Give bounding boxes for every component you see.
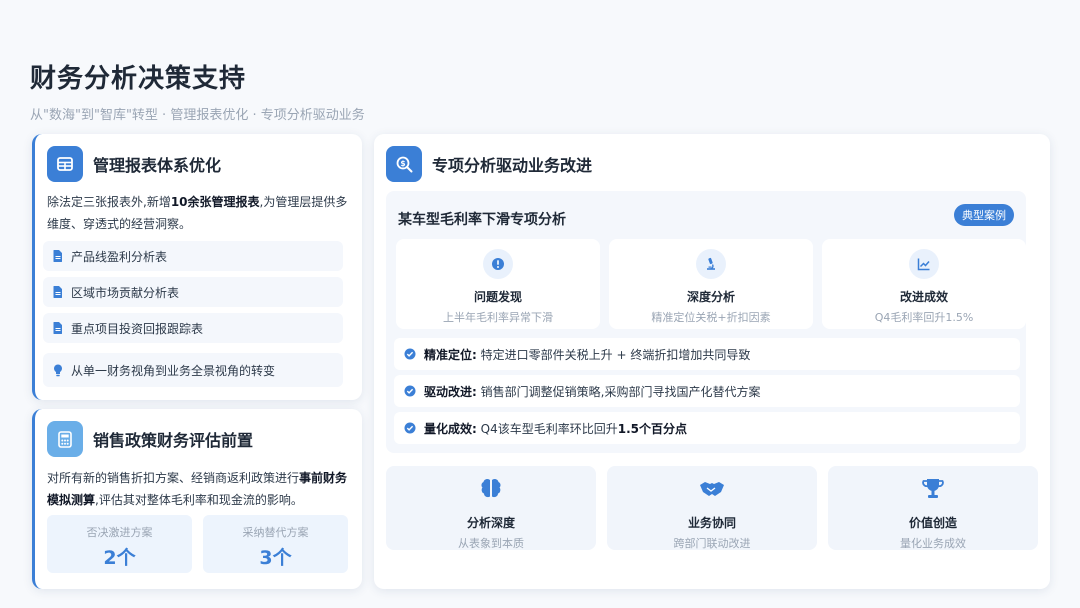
handshake-icon	[700, 482, 724, 496]
analysis-card-title: 专项分析驱动业务改进	[432, 156, 593, 175]
calculator-icon	[47, 421, 83, 457]
lightbulb-icon	[54, 364, 62, 376]
stat-value: 2个	[103, 547, 136, 569]
stat-value: 3个	[259, 547, 292, 569]
finding-label: 精准定位:	[424, 347, 477, 362]
check-circle-icon	[404, 348, 416, 360]
step-title: 问题发现	[473, 290, 522, 304]
document-icon	[53, 250, 62, 262]
value-title: 业务协同	[687, 516, 736, 530]
step-sub: 精准定位关税+折扣因素	[651, 311, 771, 324]
step-title: 深度分析	[686, 290, 735, 304]
list-item-label: 重点项目投资回报跟踪表	[71, 321, 204, 336]
value-sub: 从表象到本质	[458, 537, 524, 550]
document-icon	[53, 322, 62, 334]
stat-label: 采纳替代方案	[242, 526, 309, 539]
step-sub: 上半年毛利率异常下滑	[443, 311, 553, 324]
finding-locate: 精准定位: 特定进口零部件关税上升 + 终端折扣增加共同导致	[394, 338, 1020, 370]
chart-line-icon	[909, 249, 939, 279]
desc-text: 除法定三张报表外,新增	[47, 195, 171, 209]
stat-adopted: 采纳替代方案 3个	[203, 515, 348, 573]
step-title: 改进成效	[899, 290, 948, 304]
insight-callout: 从单一财务视角到业务全景视角的转变	[43, 353, 343, 387]
analysis-card: $ 专项分析驱动业务改进 某车型毛利率下滑专项分析 典型案例 问题发现 上半年毛…	[374, 134, 1050, 589]
case-title: 某车型毛利率下滑专项分析	[398, 212, 566, 228]
finding-text: Q4该车型毛利率环比回升	[480, 421, 618, 436]
list-item-product-line[interactable]: 产品线盈利分析表	[43, 241, 343, 271]
report-card-title: 管理报表体系优化	[93, 156, 222, 175]
stat-label: 否决激进方案	[86, 526, 153, 539]
step-problem: 问题发现 上半年毛利率异常下滑	[396, 239, 600, 329]
alert-icon	[483, 249, 513, 279]
step-analysis: 深度分析 精准定位关税+折扣因素	[609, 239, 813, 329]
value-collab: 业务协同 跨部门联动改进	[607, 466, 817, 550]
brain-icon	[481, 478, 501, 498]
finding-label: 驱动改进:	[424, 384, 477, 399]
page-subtitle: 从"数海"到"智库"转型 · 管理报表优化 · 专项分析驱动业务	[30, 108, 365, 123]
value-sub: 跨部门联动改进	[673, 537, 751, 550]
table-icon	[47, 146, 83, 182]
finding-highlight: 1.5个百分点	[617, 421, 687, 436]
value-title: 价值创造	[908, 516, 957, 530]
trophy-icon	[922, 479, 944, 498]
policy-card-header: 销售政策财务评估前置	[47, 421, 253, 457]
finding-drive: 驱动改进: 销售部门调整促销策略,采购部门寻找国产化替代方案	[394, 375, 1020, 407]
stat-rejected: 否决激进方案 2个	[47, 515, 192, 573]
value-depth: 分析深度 从表象到本质	[386, 466, 596, 550]
desc-highlight: 10余张管理报表	[170, 195, 260, 209]
search-dollar-icon: $	[386, 146, 422, 182]
insight-label: 从单一财务视角到业务全景视角的转变	[71, 363, 276, 378]
finding-label: 量化成效:	[424, 421, 477, 436]
desc-text: ,评估其对整体毛利率和现金流的影响。	[95, 493, 303, 507]
policy-card-desc: 对所有新的销售折扣方案、经销商返利政策进行事前财务模拟测算,评估其对整体毛利率和…	[47, 467, 355, 511]
document-icon	[53, 286, 62, 298]
finding-quantify: 量化成效: Q4该车型毛利率环比回升 1.5个百分点	[394, 412, 1020, 444]
value-title: 分析深度	[466, 516, 515, 530]
case-panel: 某车型毛利率下滑专项分析 典型案例 问题发现 上半年毛利率异常下滑 深度分析 精…	[386, 191, 1026, 453]
list-item-regional-market[interactable]: 区域市场贡献分析表	[43, 277, 343, 307]
desc-text: 对所有新的销售折扣方案、经销商返利政策进行	[47, 471, 300, 485]
case-badge: 典型案例	[954, 204, 1014, 226]
check-circle-icon	[404, 422, 416, 434]
list-item-label: 产品线盈利分析表	[71, 249, 168, 264]
svg-text:$: $	[400, 158, 405, 167]
list-item-label: 区域市场贡献分析表	[71, 285, 180, 300]
finding-text: 特定进口零部件关税上升 + 终端折扣增加共同导致	[480, 347, 751, 362]
value-sub: 量化业务成效	[900, 537, 966, 550]
report-card-header: 管理报表体系优化	[47, 146, 221, 182]
value-creation: 价值创造 量化业务成效	[828, 466, 1038, 550]
step-sub: Q4毛利率回升1.5%	[874, 311, 974, 324]
policy-card: 销售政策财务评估前置 对所有新的销售折扣方案、经销商返利政策进行事前财务模拟测算…	[32, 409, 362, 589]
page-title: 财务分析决策支持	[30, 64, 247, 94]
microscope-icon	[696, 249, 726, 279]
analysis-card-header: $ 专项分析驱动业务改进	[386, 146, 592, 182]
policy-card-title: 销售政策财务评估前置	[93, 431, 254, 450]
check-circle-icon	[404, 385, 416, 397]
report-card: 管理报表体系优化 除法定三张报表外,新增10余张管理报表,为管理层提供多维度、穿…	[32, 134, 362, 400]
list-item-project-roi[interactable]: 重点项目投资回报跟踪表	[43, 313, 343, 343]
step-result: 改进成效 Q4毛利率回升1.5%	[822, 239, 1026, 329]
finding-text: 销售部门调整促销策略,采购部门寻找国产化替代方案	[480, 384, 761, 399]
report-card-desc: 除法定三张报表外,新增10余张管理报表,为管理层提供多维度、穿透式的经营洞察。	[47, 191, 352, 235]
